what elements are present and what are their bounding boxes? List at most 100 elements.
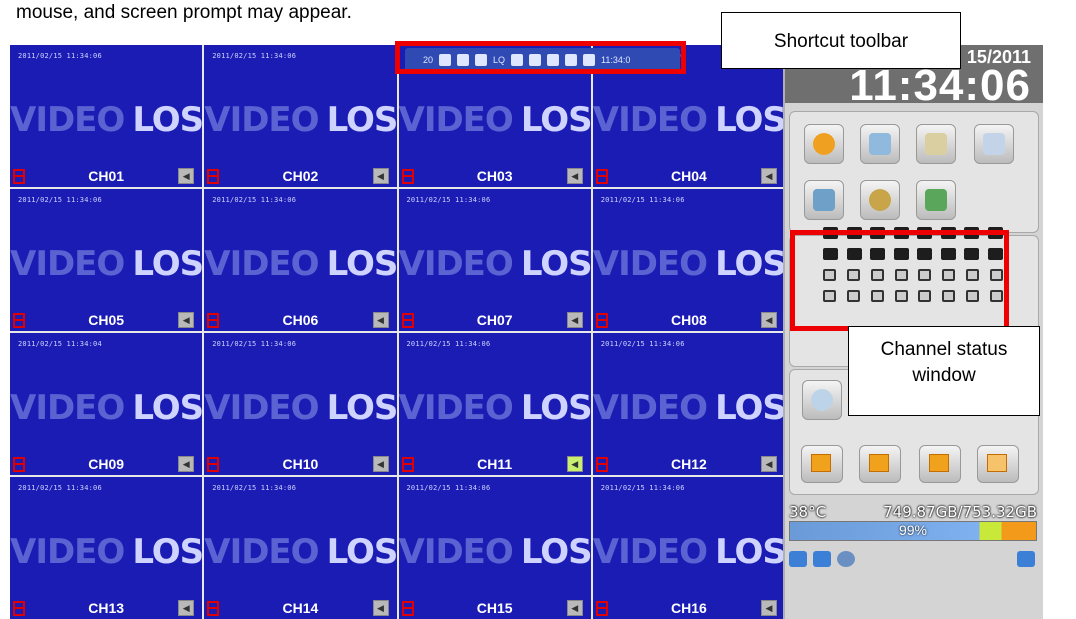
channel-label: CH07	[476, 312, 513, 328]
video-cell[interactable]: 2011/02/15 11:34:06 VIDEOLOSS CH15 ◀	[398, 477, 591, 619]
speaker-icon[interactable]: ◀	[566, 456, 583, 472]
callout-status-line1: Channel status	[880, 339, 1008, 360]
search-icon[interactable]	[802, 380, 842, 420]
cell-timestamp: 2011/02/15 11:34:06	[600, 340, 685, 348]
video-loss-word2: LOSS	[520, 388, 591, 428]
cell-timestamp: 2011/02/15 11:34:06	[18, 52, 102, 60]
video-loss-text: VIDEOLOSS	[399, 100, 591, 140]
usb-icon[interactable]	[813, 551, 831, 567]
callout-shortcut-toolbar: Shortcut toolbar	[721, 12, 961, 69]
cell-timestamp: 2011/02/15 11:34:06	[406, 196, 491, 204]
channel-label: CH04	[670, 168, 707, 184]
disk-usage-bar: 99%	[789, 521, 1037, 541]
channel-label: CH15	[476, 600, 513, 616]
video-loss-text: VIDEOLOSS	[593, 388, 785, 428]
disk-icon[interactable]	[804, 180, 844, 220]
speaker-icon[interactable]: ◀	[566, 600, 583, 616]
video-loss-text: VIDEOLOSS	[204, 100, 396, 140]
video-cell[interactable]: 2011/02/15 11:34:06 VIDEOLOSS CH05 ◀	[10, 189, 203, 331]
video-cell[interactable]: 2011/02/15 11:34:06 VIDEOLOSS CH08 ◀	[592, 189, 785, 331]
cell-timestamp: 2011/02/15 11:34:06	[18, 196, 102, 204]
callout-status-line2: window	[912, 365, 976, 386]
speaker-icon[interactable]: ◀	[178, 168, 195, 184]
speaker-icon[interactable]: ◀	[566, 168, 583, 184]
speaker-icon[interactable]: ◀	[372, 600, 389, 616]
network-status-icon[interactable]	[789, 551, 807, 567]
cell-timestamp: 2011/02/15 11:34:06	[406, 484, 491, 492]
cell-timestamp: 2011/02/15 11:34:04	[18, 340, 102, 348]
speaker-icon[interactable]: ◀	[761, 168, 777, 184]
video-loss-word1: VIDEO	[398, 244, 514, 284]
channel-label: CH13	[88, 600, 125, 616]
dvd-icon[interactable]	[837, 551, 855, 567]
video-loss-text: VIDEOLOSS	[399, 244, 591, 284]
toolbar-highlight-box	[395, 41, 686, 74]
network-icon[interactable]	[916, 180, 956, 220]
layout-9-button[interactable]	[859, 445, 901, 483]
cell-timestamp: 2011/02/15 11:34:06	[18, 484, 102, 492]
disk-usage-label: 99%	[898, 522, 928, 538]
speaker-icon[interactable]: ◀	[761, 456, 777, 472]
video-loss-word2: LOSS	[132, 532, 202, 572]
cell-timestamp: 2011/02/15 11:34:06	[406, 340, 491, 348]
video-cell[interactable]: 2011/02/15 11:34:06 VIDEOLOSS CH16 ◀	[592, 477, 785, 619]
speaker-icon[interactable]: ◀	[372, 312, 389, 328]
video-cell[interactable]: 2011/02/15 11:34:04 VIDEOLOSS CH09 ◀	[10, 333, 203, 475]
video-loss-word2: LOSS	[715, 532, 785, 572]
video-loss-word2: LOSS	[715, 244, 785, 284]
layout-16-button[interactable]	[977, 445, 1019, 483]
video-loss-word2: LOSS	[326, 244, 397, 284]
video-loss-text: VIDEOLOSS	[204, 532, 396, 572]
speaker-icon[interactable]: ◀	[761, 600, 777, 616]
speaker-icon[interactable]: ◀	[372, 168, 389, 184]
power-icon[interactable]	[804, 124, 844, 164]
speaker-icon[interactable]: ◀	[178, 456, 195, 472]
video-loss-word1: VIDEO	[10, 244, 125, 284]
video-loss-word2: LOSS	[326, 388, 397, 428]
channel-label: CH09	[88, 456, 125, 472]
video-loss-word1: VIDEO	[592, 532, 708, 572]
video-cell[interactable]: 2011/02/15 11:34:06 VIDEOLOSS CH11 ◀	[398, 333, 591, 475]
video-loss-word2: LOSS	[715, 388, 785, 428]
video-cell[interactable]: 2011/02/15 11:34:06 VIDEOLOSS CH14 ◀	[204, 477, 397, 619]
speaker-icon[interactable]: ◀	[566, 312, 583, 328]
layout-4-button[interactable]	[801, 445, 843, 483]
video-cell[interactable]: 2011/02/15 11:34:06 VIDEOLOSS CH02 ◀	[204, 45, 397, 187]
cell-timestamp: 2011/02/15 11:34:06	[600, 196, 685, 204]
video-loss-text: VIDEOLOSS	[10, 244, 202, 284]
page-caption: mouse, and screen prompt may appear.	[16, 2, 352, 23]
webcam-icon[interactable]	[860, 180, 900, 220]
layout-13-button[interactable]	[919, 445, 961, 483]
video-cell[interactable]: 2011/02/15 11:34:06 VIDEOLOSS CH10 ◀	[204, 333, 397, 475]
speaker-icon[interactable]: ◀	[178, 312, 195, 328]
video-cell[interactable]: 2011/02/15 11:34:06 VIDEOLOSS CH06 ◀	[204, 189, 397, 331]
speaker-icon[interactable]: ◀	[372, 456, 389, 472]
camera-setup-icon[interactable]	[860, 124, 900, 164]
video-loss-word1: VIDEO	[398, 388, 514, 428]
video-grid: 2011/02/15 11:34:06VIDEOLOSSCH01◀2011/02…	[10, 45, 785, 619]
search-file-icon[interactable]	[974, 124, 1014, 164]
video-loss-word1: VIDEO	[592, 100, 708, 140]
clipboard-icon[interactable]	[916, 124, 956, 164]
video-cell[interactable]: 2011/02/15 11:34:06 VIDEOLOSS CH01 ◀	[10, 45, 203, 187]
video-cell[interactable]: 2011/02/15 11:34:06 VIDEOLOSS CH12 ◀	[592, 333, 785, 475]
channel-label: CH10	[282, 456, 319, 472]
cell-timestamp: 2011/02/15 11:34:06	[212, 340, 297, 348]
video-loss-word2: LOSS	[520, 244, 591, 284]
video-loss-text: VIDEOLOSS	[10, 532, 202, 572]
video-loss-text: VIDEOLOSS	[593, 100, 785, 140]
video-cell[interactable]: 2011/02/15 11:34:06 VIDEOLOSS CH07 ◀	[398, 189, 591, 331]
channel-label: CH05	[88, 312, 125, 328]
channel-label: CH02	[282, 168, 319, 184]
cell-timestamp: 2011/02/15 11:34:06	[212, 196, 297, 204]
cell-timestamp: 2011/02/15 11:34:06	[212, 52, 297, 60]
video-loss-word1: VIDEO	[204, 388, 319, 428]
speaker-icon[interactable]: ◀	[761, 312, 777, 328]
user-icon[interactable]	[1017, 551, 1035, 567]
video-loss-word2: LOSS	[520, 100, 591, 140]
video-loss-text: VIDEOLOSS	[593, 244, 785, 284]
video-loss-word2: LOSS	[715, 100, 785, 140]
speaker-icon[interactable]: ◀	[178, 600, 195, 616]
video-cell[interactable]: 2011/02/15 11:34:06 VIDEOLOSS CH13 ◀	[10, 477, 203, 619]
temperature-readout: 38°C	[789, 503, 827, 521]
